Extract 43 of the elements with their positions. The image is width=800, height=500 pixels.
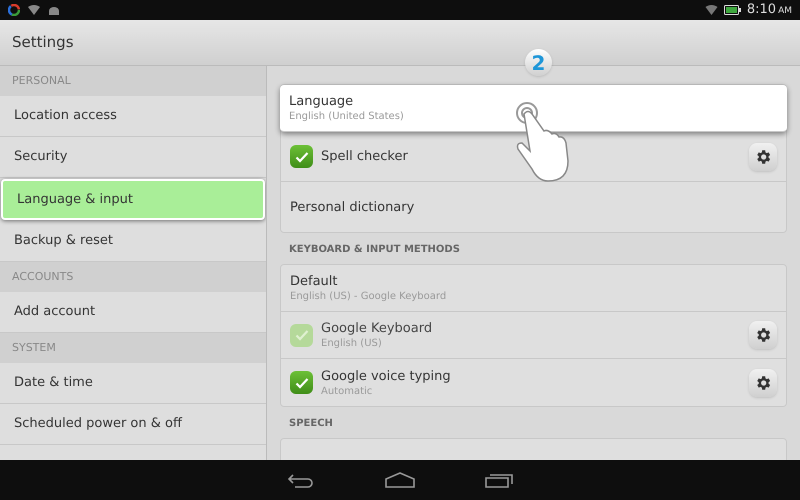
sidebar-item[interactable]: Security: [0, 137, 266, 178]
step-badge: 2: [525, 49, 552, 76]
row-subtitle: English (US) - Google Keyboard: [290, 290, 446, 303]
app-logo-icon: [8, 4, 20, 16]
row-title: Spell checker: [321, 148, 408, 165]
screen-title: Settings: [12, 32, 74, 54]
section-header: SPEECH: [288, 416, 334, 430]
clock-ampm: AM: [778, 5, 792, 18]
settings-button[interactable]: [749, 321, 777, 349]
back-icon[interactable]: [287, 472, 315, 488]
wifi-icon: [704, 5, 718, 15]
section-header: SYSTEM: [0, 333, 266, 363]
checkmark-icon: [294, 329, 308, 341]
row-title: Default: [290, 273, 338, 290]
checkmark-icon: [294, 376, 308, 388]
section-header: KEYBOARD & INPUT METHODS: [288, 242, 461, 256]
wifi-icon: [28, 5, 40, 15]
home-icon[interactable]: [385, 472, 415, 488]
recent-apps-icon[interactable]: [485, 472, 513, 488]
sidebar-item[interactable]: Scheduled power on & off: [0, 404, 266, 445]
section-header: ACCOUNTS: [0, 262, 266, 292]
checkbox[interactable]: [290, 371, 313, 394]
section-header: PERSONAL: [0, 66, 266, 96]
clock-time: 8:10: [746, 1, 776, 20]
row-subtitle: English (US): [321, 337, 383, 350]
settings-row[interactable]: Default English (US) - Google Keyboard: [281, 265, 786, 312]
checkbox[interactable]: [290, 145, 313, 168]
settings-button[interactable]: [749, 142, 777, 170]
row-title: Google Keyboard: [321, 320, 432, 337]
settings-button[interactable]: [749, 368, 777, 396]
row-subtitle: English (United States): [289, 110, 404, 123]
sidebar-item[interactable]: Language & input: [1, 179, 265, 220]
settings-row[interactable]: Personal dictionary: [281, 182, 786, 232]
battery-icon: [724, 5, 741, 15]
pressed-row[interactable]: Language English (United States): [280, 85, 787, 132]
row-title: Google voice typing: [321, 368, 451, 384]
row-title: Language: [289, 93, 354, 110]
checkmark-icon: [294, 150, 308, 162]
row-subtitle: Automatic: [321, 384, 374, 398]
sidebar-item[interactable]: Location access: [0, 96, 266, 137]
settings-row[interactable]: Google voice typing Automatic: [281, 359, 786, 406]
sidebar-item[interactable]: Date & time: [0, 363, 266, 404]
row-title: Personal dictionary: [290, 198, 414, 216]
